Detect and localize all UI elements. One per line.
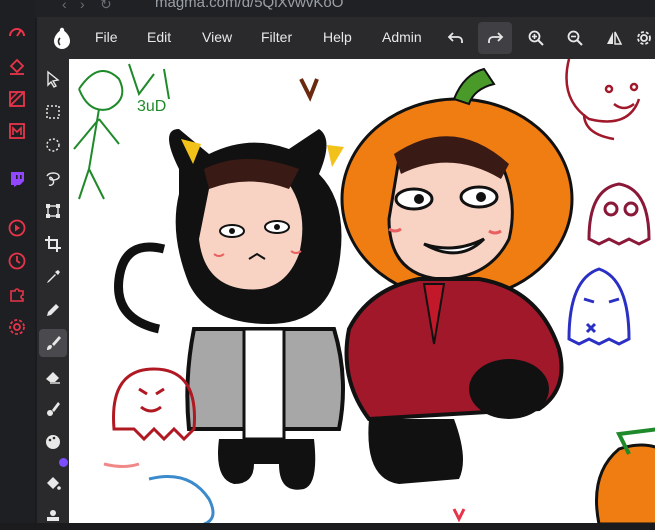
redo-icon bbox=[486, 29, 504, 47]
maroon-ghost bbox=[589, 184, 649, 244]
doodle-text: 3uD bbox=[137, 98, 166, 115]
ellipse-select-icon bbox=[44, 136, 62, 154]
zoom-out-button[interactable] bbox=[558, 22, 592, 54]
back-arrow-icon[interactable]: ‹ bbox=[62, 0, 67, 12]
settings-icon[interactable] bbox=[6, 316, 28, 338]
move-tool[interactable] bbox=[39, 65, 67, 93]
flip-icon bbox=[605, 29, 623, 47]
smudge-tool[interactable] bbox=[39, 395, 67, 423]
reload-icon[interactable]: ↻ bbox=[100, 0, 112, 13]
brown-v-mark bbox=[301, 79, 317, 97]
menu-view[interactable]: View bbox=[202, 29, 232, 45]
menu-help[interactable]: Help bbox=[323, 29, 352, 45]
paint-bucket-icon bbox=[44, 474, 62, 492]
blue-ghost bbox=[569, 269, 629, 344]
clock-icon[interactable] bbox=[6, 250, 28, 272]
transform-icon bbox=[44, 202, 62, 220]
tools-panel bbox=[37, 59, 69, 523]
palette-icon bbox=[44, 433, 62, 451]
zoom-in-icon bbox=[527, 29, 545, 47]
zoom-out-icon bbox=[566, 29, 584, 47]
pumpkin-character bbox=[342, 69, 572, 484]
ellipse-select-tool[interactable] bbox=[39, 131, 67, 159]
gear-icon bbox=[635, 29, 653, 47]
menu-admin[interactable]: Admin bbox=[382, 29, 422, 45]
stamp-icon bbox=[44, 507, 62, 525]
eyedropper-icon bbox=[44, 268, 62, 286]
pencil-tool[interactable] bbox=[39, 296, 67, 324]
flip-button[interactable] bbox=[597, 22, 631, 54]
mail-m-icon[interactable] bbox=[6, 120, 28, 142]
pencil-icon bbox=[44, 301, 62, 319]
pink-mark bbox=[104, 464, 139, 467]
red-doodle-face bbox=[567, 59, 640, 139]
green-doodle bbox=[74, 64, 169, 199]
redo-button[interactable] bbox=[478, 22, 512, 54]
more-tools-button[interactable] bbox=[633, 22, 655, 54]
url-text[interactable]: magma.com/d/5QiXvwvKoO bbox=[155, 0, 343, 11]
rect-select-tool[interactable] bbox=[39, 98, 67, 126]
drawing-canvas[interactable]: 3uD bbox=[69, 59, 655, 523]
eyedropper-tool[interactable] bbox=[39, 263, 67, 291]
eraser-tool[interactable] bbox=[39, 362, 67, 390]
active-color-dot[interactable] bbox=[59, 458, 68, 467]
rect-select-icon bbox=[44, 103, 62, 121]
menu-bar: File Edit View Filter Help Admin bbox=[37, 17, 655, 59]
crop-icon bbox=[44, 235, 62, 253]
browser-sidebar bbox=[0, 0, 35, 523]
menu-file[interactable]: File bbox=[95, 29, 118, 45]
red-mark bbox=[454, 509, 464, 519]
browser-top-bar: ‹ › ↻ magma.com/d/5QiXvwvKoO bbox=[0, 0, 655, 18]
menu-filter[interactable]: Filter bbox=[261, 29, 292, 45]
lasso-tool[interactable] bbox=[39, 164, 67, 192]
magma-logo-icon[interactable] bbox=[49, 25, 75, 51]
paint-bucket-icon[interactable] bbox=[6, 56, 28, 78]
cursor-icon bbox=[44, 70, 62, 88]
stamp-tool[interactable] bbox=[39, 502, 67, 530]
twitch-icon[interactable] bbox=[6, 168, 28, 190]
artwork-illustration: 3uD bbox=[69, 59, 655, 523]
bottom-right-pumpkin bbox=[597, 429, 655, 523]
undo-icon bbox=[447, 29, 465, 47]
zoom-in-button[interactable] bbox=[519, 22, 553, 54]
image-off-icon[interactable] bbox=[6, 88, 28, 110]
transform-tool[interactable] bbox=[39, 197, 67, 225]
brush-tool[interactable] bbox=[39, 329, 67, 357]
crop-tool[interactable] bbox=[39, 230, 67, 258]
red-ghost bbox=[114, 369, 195, 439]
color-tool[interactable] bbox=[39, 428, 67, 456]
brush-icon bbox=[44, 334, 62, 352]
menu-edit[interactable]: Edit bbox=[147, 29, 171, 45]
forward-arrow-icon[interactable]: › bbox=[80, 0, 85, 12]
fill-tool[interactable] bbox=[39, 469, 67, 497]
cat-character bbox=[119, 129, 345, 490]
eraser-icon bbox=[44, 367, 62, 385]
play-circle-icon[interactable] bbox=[6, 217, 28, 239]
lasso-icon bbox=[44, 169, 62, 187]
dashboard-icon[interactable] bbox=[6, 22, 28, 44]
smudge-icon bbox=[44, 400, 62, 418]
app-window: File Edit View Filter Help Admin bbox=[37, 17, 655, 523]
puzzle-icon[interactable] bbox=[6, 283, 28, 305]
blue-squiggle bbox=[149, 477, 213, 524]
undo-button[interactable] bbox=[439, 22, 473, 54]
